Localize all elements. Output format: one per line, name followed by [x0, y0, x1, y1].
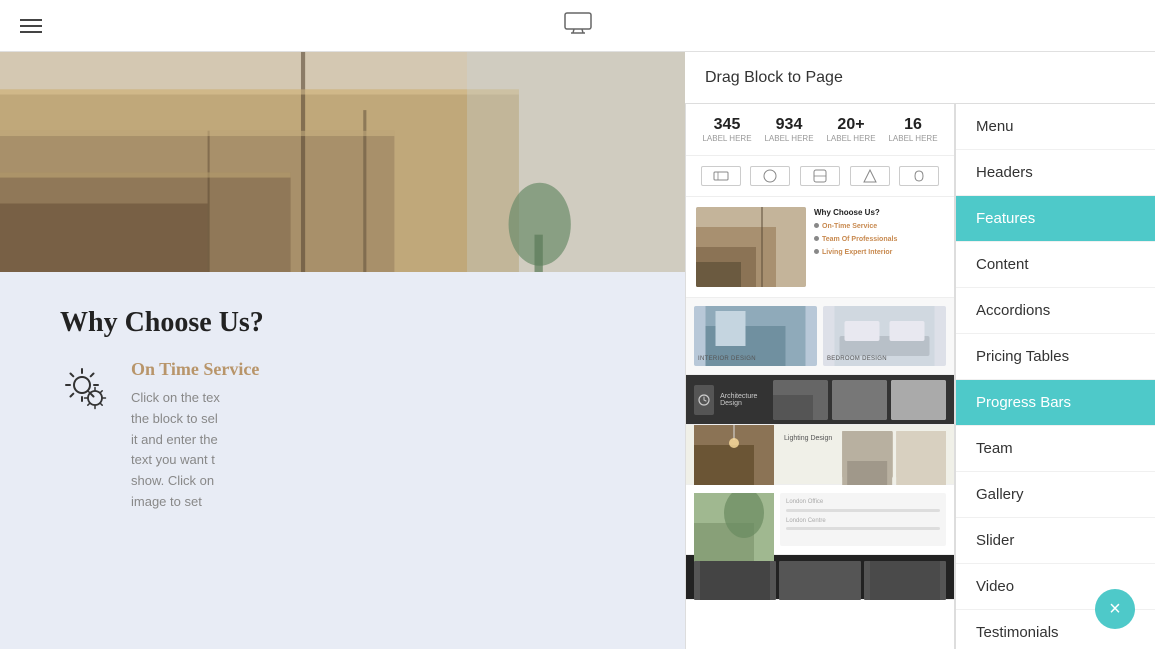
sidebar-label-slider: Slider	[976, 532, 1014, 549]
card-label-bedroom: BEDROOM DESIGN	[827, 356, 942, 362]
sidebar-label-testimonials: Testimonials	[976, 624, 1059, 641]
sidebar-label-menu: Menu	[976, 118, 1014, 135]
service-item: On Time Service Click on the texthe bloc…	[60, 359, 625, 513]
service-title: On Time Service	[131, 359, 259, 380]
preview-logos-block[interactable]	[686, 156, 954, 197]
sidebar-label-content: Content	[976, 256, 1029, 273]
feature-list-item-2: Team Of Professionals	[814, 235, 944, 245]
dark-icon	[694, 385, 714, 415]
bottom-image	[694, 493, 774, 546]
stat-item-3: 20+ label here	[826, 116, 875, 143]
sidebar-item-team[interactable]: Team	[956, 426, 1155, 472]
gallery-cell-1	[694, 561, 776, 600]
preview-bottom-block[interactable]: London Office London Centre	[686, 485, 954, 555]
gallery-cell-2	[779, 561, 861, 600]
sidebar-item-pricing-tables[interactable]: Pricing Tables	[956, 334, 1155, 380]
service-desc: Click on the texthe block to selit and e…	[131, 388, 259, 513]
bottom-label-2: London Centre	[786, 518, 940, 524]
feature-text: Why Choose Us? On-Time Service Team Of P…	[814, 207, 944, 287]
stat-label-2: label here	[764, 134, 813, 143]
staircase-hero-image	[0, 52, 685, 272]
preview-stats-block[interactable]: 345 label here 934 label here 20+ label …	[686, 104, 954, 156]
hamburger-menu-icon[interactable]	[20, 19, 42, 33]
stat-number-2: 934	[764, 116, 813, 134]
stat-number-4: 16	[888, 116, 937, 134]
bottom-label-1: London Office	[786, 499, 940, 505]
sidebar-item-slider[interactable]: Slider	[956, 518, 1155, 564]
logo-5	[899, 166, 939, 186]
sidebar-label-pricing-tables: Pricing Tables	[976, 348, 1069, 365]
gallery-cell-3	[864, 561, 946, 600]
feature-dot-3	[814, 249, 819, 254]
logo-4	[850, 166, 890, 186]
main-area: Why Choose Us? On Time Service Click on …	[0, 52, 1155, 649]
preview-dark-block[interactable]: Architecture Design	[686, 375, 954, 425]
lighting-label: Lighting Design	[780, 431, 836, 478]
sidebar-label-accordions: Accordions	[976, 302, 1050, 319]
sidebar-item-accordions[interactable]: Accordions	[956, 288, 1155, 334]
bottom-right-content: London Office London Centre	[780, 493, 946, 546]
card-interior: INTERIOR DESIGN	[694, 306, 817, 366]
top-bar	[0, 0, 1155, 52]
sidebar-label-progress-bars: Progress Bars	[976, 394, 1071, 411]
sidebar-label-video: Video	[976, 578, 1014, 595]
feature-image	[696, 207, 806, 287]
logo-1	[701, 166, 741, 186]
right-sidebar: Menu Headers Features Content Accordions…	[955, 104, 1155, 649]
right-section-body: 345 label here 934 label here 20+ label …	[685, 104, 1155, 649]
drag-header-label: Drag Block to Page	[705, 69, 843, 87]
feature-section-title: Why Choose Us?	[814, 207, 944, 218]
bottom-divider-2	[786, 527, 940, 530]
sidebar-label-gallery: Gallery	[976, 486, 1024, 503]
feature-dot-2	[814, 236, 819, 241]
stat-label-4: label here	[888, 134, 937, 143]
stat-item-1: 345 label here	[702, 116, 751, 143]
dark-block-label: Architecture Design	[720, 393, 761, 407]
logo-3	[800, 166, 840, 186]
sidebar-item-gallery[interactable]: Gallery	[956, 472, 1155, 518]
stat-item-2: 934 label here	[764, 116, 813, 143]
sidebar-item-features[interactable]: Features	[956, 196, 1155, 242]
sidebar-item-menu[interactable]: Menu	[956, 104, 1155, 150]
feature-label-3: Living Expert Interior	[822, 248, 892, 258]
feature-list-item-3: Living Expert Interior	[814, 248, 944, 258]
card-label-interior: INTERIOR DESIGN	[698, 356, 813, 362]
sidebar-label-features: Features	[976, 210, 1035, 227]
feature-label-1: On-Time Service	[822, 222, 877, 232]
lighting-image-left	[694, 431, 774, 478]
bottom-divider-1	[786, 509, 940, 512]
page-lower: Why Choose Us? On Time Service Click on …	[0, 287, 685, 533]
sidebar-label-team: Team	[976, 440, 1013, 457]
right-section: Drag Block to Page 345 label here 934 la…	[685, 52, 1155, 649]
close-button[interactable]: ×	[1095, 589, 1135, 629]
feature-dot-1	[814, 223, 819, 228]
lighting-images-right	[842, 431, 946, 478]
stat-number-1: 345	[702, 116, 751, 134]
drag-header: Drag Block to Page	[685, 52, 1155, 104]
stat-item-4: 16 label here	[888, 116, 937, 143]
card-bedroom: BEDROOM DESIGN	[823, 306, 946, 366]
why-choose-title: Why Choose Us?	[60, 307, 625, 339]
preview-feature-block[interactable]: Why Choose Us? On-Time Service Team Of P…	[686, 197, 954, 298]
sidebar-item-headers[interactable]: Headers	[956, 150, 1155, 196]
preview-lighting-block[interactable]: Lighting Design	[686, 425, 954, 485]
monitor-icon	[564, 12, 592, 39]
preview-cards-block[interactable]: INTERIOR DESIGN BEDROOM DESIGN	[686, 298, 954, 375]
stat-label-1: label here	[702, 134, 751, 143]
sidebar-label-headers: Headers	[976, 164, 1033, 181]
preview-gallery-block[interactable]	[686, 555, 954, 600]
feature-label-2: Team Of Professionals	[822, 235, 897, 245]
page-area: Why Choose Us? On Time Service Click on …	[0, 52, 685, 649]
stat-label-3: label here	[826, 134, 875, 143]
service-text-wrap: On Time Service Click on the texthe bloc…	[131, 359, 259, 513]
logo-2	[750, 166, 790, 186]
sidebar-item-content[interactable]: Content	[956, 242, 1155, 288]
feature-list-item-1: On-Time Service	[814, 222, 944, 232]
gear-icon	[60, 363, 115, 418]
stat-number-3: 20+	[826, 116, 875, 134]
preview-panel[interactable]: 345 label here 934 label here 20+ label …	[685, 104, 955, 649]
sidebar-item-progress-bars[interactable]: Progress Bars	[956, 380, 1155, 426]
